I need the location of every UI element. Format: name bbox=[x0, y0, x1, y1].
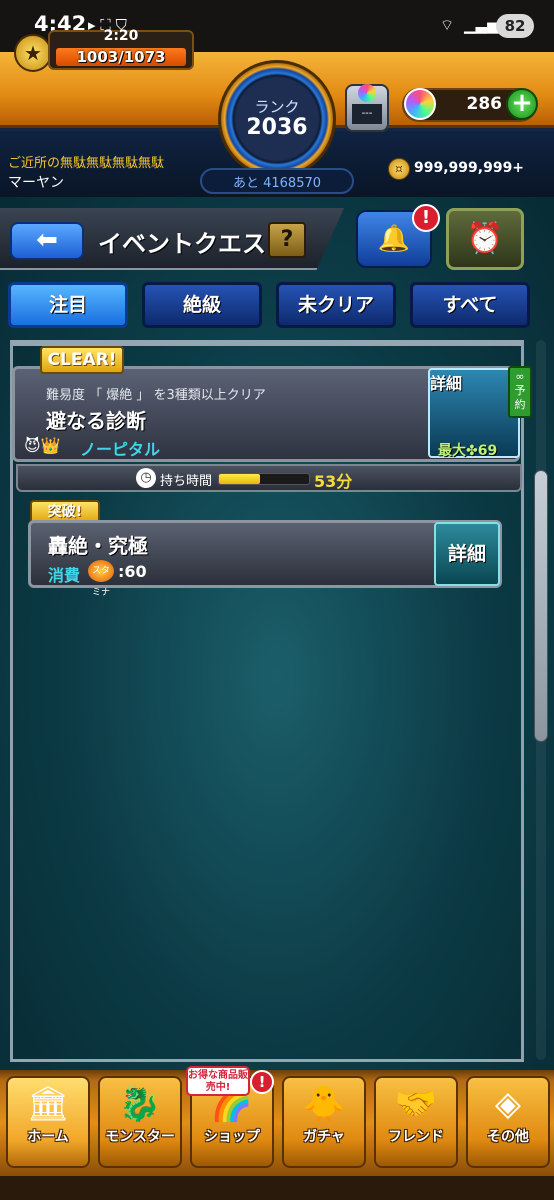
stage-cost-value: :60 bbox=[118, 562, 147, 581]
pc-icon[interactable]: --- bbox=[345, 84, 389, 132]
next-rank-text: あと 4168570 bbox=[232, 176, 322, 191]
orb-count: 286 bbox=[466, 94, 503, 114]
stamina-value: 1003/1073 bbox=[76, 48, 166, 66]
nav-home-label: ホーム bbox=[27, 1129, 69, 1145]
infinity-icon: ∞ bbox=[515, 370, 525, 383]
pc-screen-label: --- bbox=[352, 104, 382, 124]
nav-gacha[interactable]: 🐥 ガチャ bbox=[282, 1076, 366, 1168]
username: マーヤン bbox=[8, 175, 64, 191]
time-label: 持ち時間 bbox=[160, 474, 213, 489]
pc-gem-icon bbox=[358, 84, 376, 102]
scrollbar-thumb[interactable] bbox=[534, 470, 548, 742]
add-orbs-button[interactable]: + bbox=[506, 88, 538, 120]
bell-icon: 🔔 bbox=[377, 224, 411, 254]
quest-tag: ノーピタル bbox=[80, 440, 161, 459]
page-title: イベントクエスト bbox=[98, 230, 290, 258]
nav-other[interactable]: ◈ その他 bbox=[466, 1076, 550, 1168]
tab-uncleared[interactable]: 未クリア bbox=[276, 282, 396, 328]
rank-value: 2036 bbox=[246, 115, 308, 140]
signal-icon: ▁▃▅ bbox=[464, 16, 499, 34]
clock-icon: ⏰ bbox=[466, 221, 504, 256]
tab-all[interactable]: すべて bbox=[410, 282, 530, 328]
coin-icon: ¤ bbox=[388, 158, 410, 180]
gacha-icon: 🐥 bbox=[302, 1084, 346, 1124]
rank-label: ランク bbox=[254, 98, 300, 116]
shop-promo-badge: お得な商品販売中! bbox=[186, 1066, 250, 1096]
max-label: 最大 bbox=[438, 443, 466, 459]
level-icon[interactable]: ★ bbox=[14, 34, 52, 72]
nav-home[interactable]: 🏛 ホーム bbox=[6, 1076, 90, 1168]
time-gauge-fill bbox=[219, 474, 260, 484]
quest-max: 最大✤69 bbox=[438, 440, 497, 460]
back-button[interactable]: ⬅ bbox=[10, 222, 84, 260]
nav-monster[interactable]: 🐉 モンスター bbox=[98, 1076, 182, 1168]
battery-indicator: 82 bbox=[496, 14, 534, 38]
nav-friend-label: フレンド bbox=[388, 1129, 444, 1145]
coin-count: 999,999,999+ bbox=[414, 160, 525, 176]
quest-detail-label: 詳細 bbox=[430, 374, 463, 393]
friend-icon: 🤝 bbox=[394, 1084, 438, 1124]
clear-badge: CLEAR! bbox=[40, 346, 124, 374]
time-value: 53分 bbox=[314, 472, 353, 491]
clock-button[interactable]: ⏰ bbox=[446, 208, 524, 270]
reserve-label: 予約 bbox=[514, 384, 526, 411]
quest-condition: 難易度 「 爆絶 」 を3種類以上クリア bbox=[46, 388, 266, 403]
reserve-tag[interactable]: ∞ 予約 bbox=[508, 366, 532, 418]
stage-cost-label: 消費 bbox=[48, 566, 81, 585]
wifi-icon: ⌔ bbox=[440, 16, 455, 34]
alert-badge: ! bbox=[412, 204, 440, 232]
orb-icon bbox=[404, 88, 436, 120]
help-button[interactable]: ? bbox=[268, 222, 306, 258]
other-icon: ◈ bbox=[494, 1084, 522, 1124]
nav-gacha-label: ガチャ bbox=[303, 1129, 345, 1145]
nav-monster-label: モンスター bbox=[105, 1129, 175, 1145]
nav-shop-label: ショップ bbox=[204, 1129, 260, 1145]
clock-icon: ◷ bbox=[136, 468, 156, 488]
quest-title: 避なる診断 bbox=[46, 409, 146, 433]
home-icon: 🏛 bbox=[26, 1084, 70, 1124]
stamina-timer: 2:20 bbox=[103, 28, 139, 44]
shop-alert-badge: ! bbox=[250, 1070, 274, 1094]
clover-icon: ✤ bbox=[466, 443, 478, 459]
stamina-icon: スタミナ bbox=[88, 560, 114, 598]
stage-detail-button[interactable]: 詳細 bbox=[434, 522, 500, 586]
monster-icon: 🐉 bbox=[118, 1084, 162, 1124]
quest-element-icons: 😈👑 bbox=[24, 436, 61, 455]
nav-friend[interactable]: 🤝 フレンド bbox=[374, 1076, 458, 1168]
stage-name: 轟絶・究極 bbox=[48, 534, 148, 558]
nav-other-label: その他 bbox=[487, 1129, 529, 1145]
bottom-strip bbox=[0, 1176, 554, 1200]
max-value: 69 bbox=[477, 443, 498, 459]
tab-featured[interactable]: 注目 bbox=[8, 282, 128, 328]
nearby-label: ご近所の無駄無駄無駄無駄 bbox=[8, 156, 165, 171]
tab-zekkyu[interactable]: 絶級 bbox=[142, 282, 262, 328]
arrow-left-icon: ⬅ bbox=[36, 225, 58, 255]
